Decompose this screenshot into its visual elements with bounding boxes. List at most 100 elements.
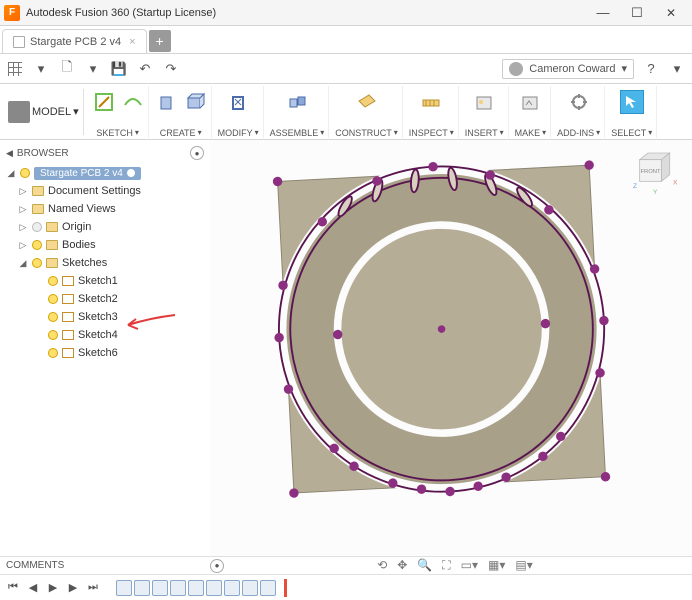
group-label[interactable]: INSERT: [465, 128, 498, 138]
save-icon[interactable]: 💾: [110, 60, 128, 78]
chevron-down-icon: ▾: [621, 62, 627, 75]
redo-icon[interactable]: ↷: [162, 60, 180, 78]
workspace-switcher[interactable]: MODEL ▾: [4, 89, 84, 135]
close-button[interactable]: ✕: [654, 2, 688, 24]
visibility-bulb-icon[interactable]: [32, 240, 42, 250]
apps-grid-icon[interactable]: [6, 60, 24, 78]
group-label[interactable]: INSPECT: [409, 128, 448, 138]
group-label[interactable]: SELECT: [611, 128, 646, 138]
tree-root[interactable]: ◢ Stargate PCB 2 v4: [0, 164, 210, 182]
timeline-item[interactable]: [224, 580, 240, 596]
box-icon[interactable]: [183, 90, 207, 114]
new-file-icon[interactable]: 🗋: [58, 60, 76, 78]
insert-icon[interactable]: [472, 90, 496, 114]
timeline-item[interactable]: [206, 580, 222, 596]
browser-panel: ◀ BROWSER ● ◢ Stargate PCB 2 v4 ▷Documen…: [0, 140, 210, 556]
tree-sketch1[interactable]: Sketch1: [0, 272, 210, 290]
visibility-bulb-icon[interactable]: [48, 294, 58, 304]
timeline-play-icon[interactable]: ▶: [46, 581, 60, 595]
user-account-button[interactable]: Cameron Coward ▾: [502, 59, 634, 79]
timeline-item[interactable]: [152, 580, 168, 596]
timeline-item[interactable]: [170, 580, 186, 596]
pin-icon[interactable]: ●: [210, 559, 224, 573]
sketch-icon: [62, 276, 74, 286]
measure-icon[interactable]: [419, 90, 443, 114]
expand-icon[interactable]: ▷: [18, 186, 28, 197]
expand-icon[interactable]: ◢: [6, 168, 16, 179]
joint-icon[interactable]: [285, 90, 309, 114]
comments-bar: COMMENTS ● ⟲ ✥ 🔍 ⛶ ▭▾ ▦▾ ▤▾: [0, 556, 692, 574]
plane-icon[interactable]: [354, 90, 378, 114]
expand-icon[interactable]: ▷: [18, 204, 28, 215]
minimize-button[interactable]: —: [586, 2, 620, 24]
make-icon[interactable]: [518, 90, 542, 114]
tree-sketches[interactable]: ◢Sketches: [0, 254, 210, 272]
tree-sketch6[interactable]: Sketch6: [0, 344, 210, 362]
group-label[interactable]: ASSEMBLE: [270, 128, 319, 138]
timeline-item[interactable]: [242, 580, 258, 596]
fit-icon[interactable]: ⛶: [442, 558, 450, 573]
expand-icon[interactable]: ▷: [18, 240, 28, 251]
group-label[interactable]: MAKE: [515, 128, 541, 138]
select-icon[interactable]: [620, 90, 644, 114]
timeline-item[interactable]: [188, 580, 204, 596]
qat-dropdown-1[interactable]: ▾: [32, 60, 50, 78]
tree-document-settings[interactable]: ▷Document Settings: [0, 182, 210, 200]
grid-settings-icon[interactable]: ▦▾: [488, 558, 505, 573]
visibility-bulb-icon[interactable]: [48, 276, 58, 286]
timeline-start-icon[interactable]: ⏮: [6, 581, 20, 595]
group-label[interactable]: CREATE: [160, 128, 196, 138]
sketch-line-icon[interactable]: [120, 90, 144, 114]
orbit-icon[interactable]: ⟲: [377, 558, 387, 573]
expand-icon[interactable]: ▷: [18, 222, 28, 233]
timeline-item[interactable]: [116, 580, 132, 596]
tree-sketch3[interactable]: Sketch3: [0, 308, 210, 326]
group-label[interactable]: MODIFY: [218, 128, 253, 138]
timeline-back-icon[interactable]: ◀: [26, 581, 40, 595]
viewport-icon[interactable]: ▤▾: [515, 558, 532, 573]
expand-icon[interactable]: ◢: [18, 258, 28, 269]
tree-sketch4[interactable]: Sketch4: [0, 326, 210, 344]
visibility-bulb-icon[interactable]: [32, 258, 42, 268]
visibility-bulb-icon[interactable]: [48, 348, 58, 358]
group-label[interactable]: ADD-INS: [557, 128, 594, 138]
tab-close-icon[interactable]: ×: [129, 36, 135, 48]
visibility-bulb-icon[interactable]: [32, 222, 42, 232]
qat-dropdown-3[interactable]: ▾: [668, 60, 686, 78]
display-style-icon[interactable]: ▭▾: [461, 558, 478, 573]
timeline-end-icon[interactable]: ⏭: [86, 581, 100, 595]
timeline-marker[interactable]: [284, 579, 287, 597]
user-name: Cameron Coward: [529, 63, 615, 75]
extrude-icon[interactable]: [155, 90, 179, 114]
group-label[interactable]: CONSTRUCT: [335, 128, 392, 138]
tree-bodies[interactable]: ▷Bodies: [0, 236, 210, 254]
pan-icon[interactable]: ✥: [397, 558, 407, 573]
undo-icon[interactable]: ↶: [136, 60, 154, 78]
collapse-icon[interactable]: ◀: [6, 148, 13, 159]
zoom-icon[interactable]: 🔍: [417, 558, 432, 573]
tree-named-views[interactable]: ▷Named Views: [0, 200, 210, 218]
new-tab-button[interactable]: +: [149, 30, 171, 52]
comments-label[interactable]: COMMENTS: [6, 560, 64, 571]
tree-origin[interactable]: ▷Origin: [0, 218, 210, 236]
press-pull-icon[interactable]: [226, 90, 250, 114]
visibility-bulb-icon[interactable]: [48, 330, 58, 340]
viewcube[interactable]: FRONT Z Y X: [628, 148, 678, 198]
model-canvas[interactable]: FRONT Z Y X: [210, 140, 692, 556]
addins-icon[interactable]: [567, 90, 591, 114]
timeline-item[interactable]: [134, 580, 150, 596]
tree-sketch2[interactable]: Sketch2: [0, 290, 210, 308]
sketch-create-icon[interactable]: [92, 90, 116, 114]
maximize-button[interactable]: ☐: [620, 2, 654, 24]
visibility-bulb-icon[interactable]: [20, 168, 30, 178]
visibility-bulb-icon[interactable]: [48, 312, 58, 322]
ribbon-group-insert: INSERT▾: [461, 86, 509, 138]
qat-dropdown-2[interactable]: ▾: [84, 60, 102, 78]
workspace-label: MODEL: [32, 106, 71, 118]
file-tab[interactable]: Stargate PCB 2 v4 ×: [2, 29, 147, 53]
help-icon[interactable]: ?: [642, 60, 660, 78]
group-label[interactable]: SKETCH: [96, 128, 133, 138]
pin-icon[interactable]: ●: [190, 146, 204, 160]
timeline-item[interactable]: [260, 580, 276, 596]
timeline-forward-icon[interactable]: ▶: [66, 581, 80, 595]
